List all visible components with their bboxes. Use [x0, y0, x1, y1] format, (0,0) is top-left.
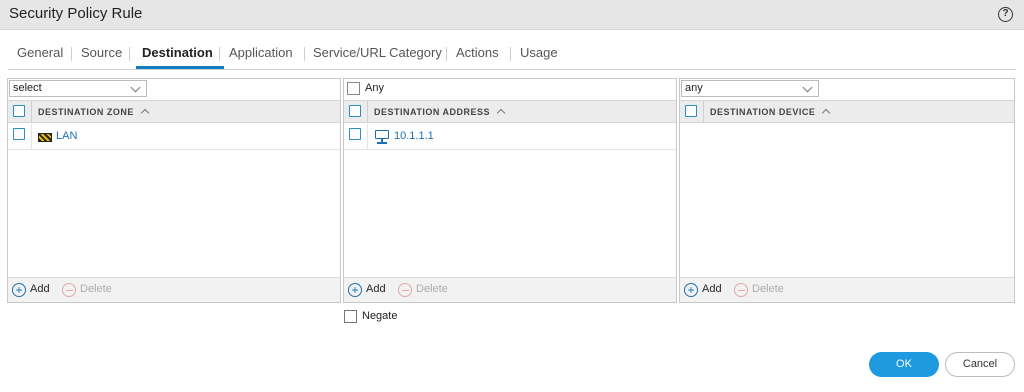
table-row: 10.1.1.1: [344, 124, 676, 150]
address-any-checkbox[interactable]: [347, 82, 360, 95]
zone-column-header-label: DESTINATION ZONE: [38, 107, 134, 117]
tab-destination[interactable]: Destination: [142, 45, 213, 60]
add-circle-icon: +: [684, 283, 698, 297]
tab-separator: [304, 47, 305, 61]
address-table-header: DESTINATION ADDRESS: [344, 100, 676, 123]
tab-bar: General Source Destination Application S…: [8, 45, 1016, 70]
zone-column-header[interactable]: DESTINATION ZONE: [38, 107, 150, 118]
address-panel-footer: + Add Delete: [344, 277, 676, 302]
delete-label: Delete: [416, 283, 448, 295]
tab-separator: [71, 47, 72, 61]
zone-select-value: select: [13, 82, 42, 94]
sort-ascending-icon: [822, 108, 831, 118]
address-any-label: Any: [365, 82, 384, 94]
column-divider: [31, 101, 32, 122]
device-table-header: DESTINATION DEVICE: [680, 100, 1014, 123]
address-select-all-checkbox[interactable]: [349, 105, 361, 117]
chevron-down-icon: [130, 82, 141, 93]
tab-separator: [219, 47, 220, 61]
destination-device-panel: any DESTINATION DEVICE + Add Delete: [679, 78, 1015, 303]
zone-icon: [38, 133, 52, 142]
tab-actions[interactable]: Actions: [456, 45, 499, 60]
zone-select-dropdown[interactable]: select: [9, 80, 147, 97]
cancel-button[interactable]: Cancel: [945, 352, 1015, 377]
device-select-all-checkbox[interactable]: [685, 105, 697, 117]
zone-link[interactable]: LAN: [56, 130, 77, 142]
zone-panel-footer: + Add Delete: [8, 277, 340, 302]
device-panel-footer: + Add Delete: [680, 277, 1014, 302]
tab-general[interactable]: General: [17, 45, 63, 60]
address-host-icon: [374, 129, 390, 144]
row-checkbox[interactable]: [349, 128, 361, 140]
address-link[interactable]: 10.1.1.1: [394, 130, 434, 142]
negate-label: Negate: [362, 310, 398, 322]
add-circle-icon: +: [12, 283, 26, 297]
chevron-down-icon: [802, 82, 813, 93]
column-divider: [367, 124, 368, 150]
tab-usage[interactable]: Usage: [520, 45, 558, 60]
active-tab-indicator: [136, 66, 224, 69]
tab-separator: [129, 47, 130, 61]
device-column-header-label: DESTINATION DEVICE: [710, 107, 816, 117]
delete-label: Delete: [752, 283, 784, 295]
destination-address-panel: Any DESTINATION ADDRESS 10.1.1.1 + Add D…: [343, 78, 677, 303]
tab-separator: [510, 47, 511, 61]
negate-checkbox[interactable]: [344, 310, 357, 323]
column-divider: [31, 124, 32, 150]
device-select-dropdown[interactable]: any: [681, 80, 819, 97]
device-delete-button[interactable]: Delete: [734, 282, 794, 299]
delete-label: Delete: [80, 283, 112, 295]
zone-select-all-checkbox[interactable]: [13, 105, 25, 117]
help-icon[interactable]: ?: [998, 7, 1013, 22]
zone-delete-button[interactable]: Delete: [62, 282, 122, 299]
add-label: Add: [30, 283, 50, 295]
column-divider: [703, 101, 704, 122]
address-column-header[interactable]: DESTINATION ADDRESS: [374, 107, 506, 118]
delete-circle-icon: [734, 283, 748, 297]
destination-zone-panel: select DESTINATION ZONE LAN + Add Delete: [7, 78, 341, 303]
zone-table-header: DESTINATION ZONE: [8, 100, 340, 123]
address-delete-button[interactable]: Delete: [398, 282, 458, 299]
table-row: LAN: [8, 124, 340, 150]
delete-circle-icon: [62, 283, 76, 297]
dialog-titlebar: Security Policy Rule ?: [0, 0, 1024, 30]
ok-button[interactable]: OK: [869, 352, 939, 377]
device-column-header[interactable]: DESTINATION DEVICE: [710, 107, 831, 118]
dialog-title: Security Policy Rule: [9, 5, 143, 22]
sort-ascending-icon: [496, 108, 506, 118]
address-column-header-label: DESTINATION ADDRESS: [374, 107, 491, 117]
add-circle-icon: +: [348, 283, 362, 297]
device-select-value: any: [685, 82, 703, 94]
tab-service-url-category[interactable]: Service/URL Category: [313, 45, 442, 60]
add-label: Add: [702, 283, 722, 295]
delete-circle-icon: [398, 283, 412, 297]
add-label: Add: [366, 283, 386, 295]
sort-ascending-icon: [140, 108, 150, 118]
column-divider: [367, 101, 368, 122]
tab-separator: [446, 47, 447, 61]
tab-application[interactable]: Application: [229, 45, 293, 60]
tab-source[interactable]: Source: [81, 45, 122, 60]
row-checkbox[interactable]: [13, 128, 25, 140]
